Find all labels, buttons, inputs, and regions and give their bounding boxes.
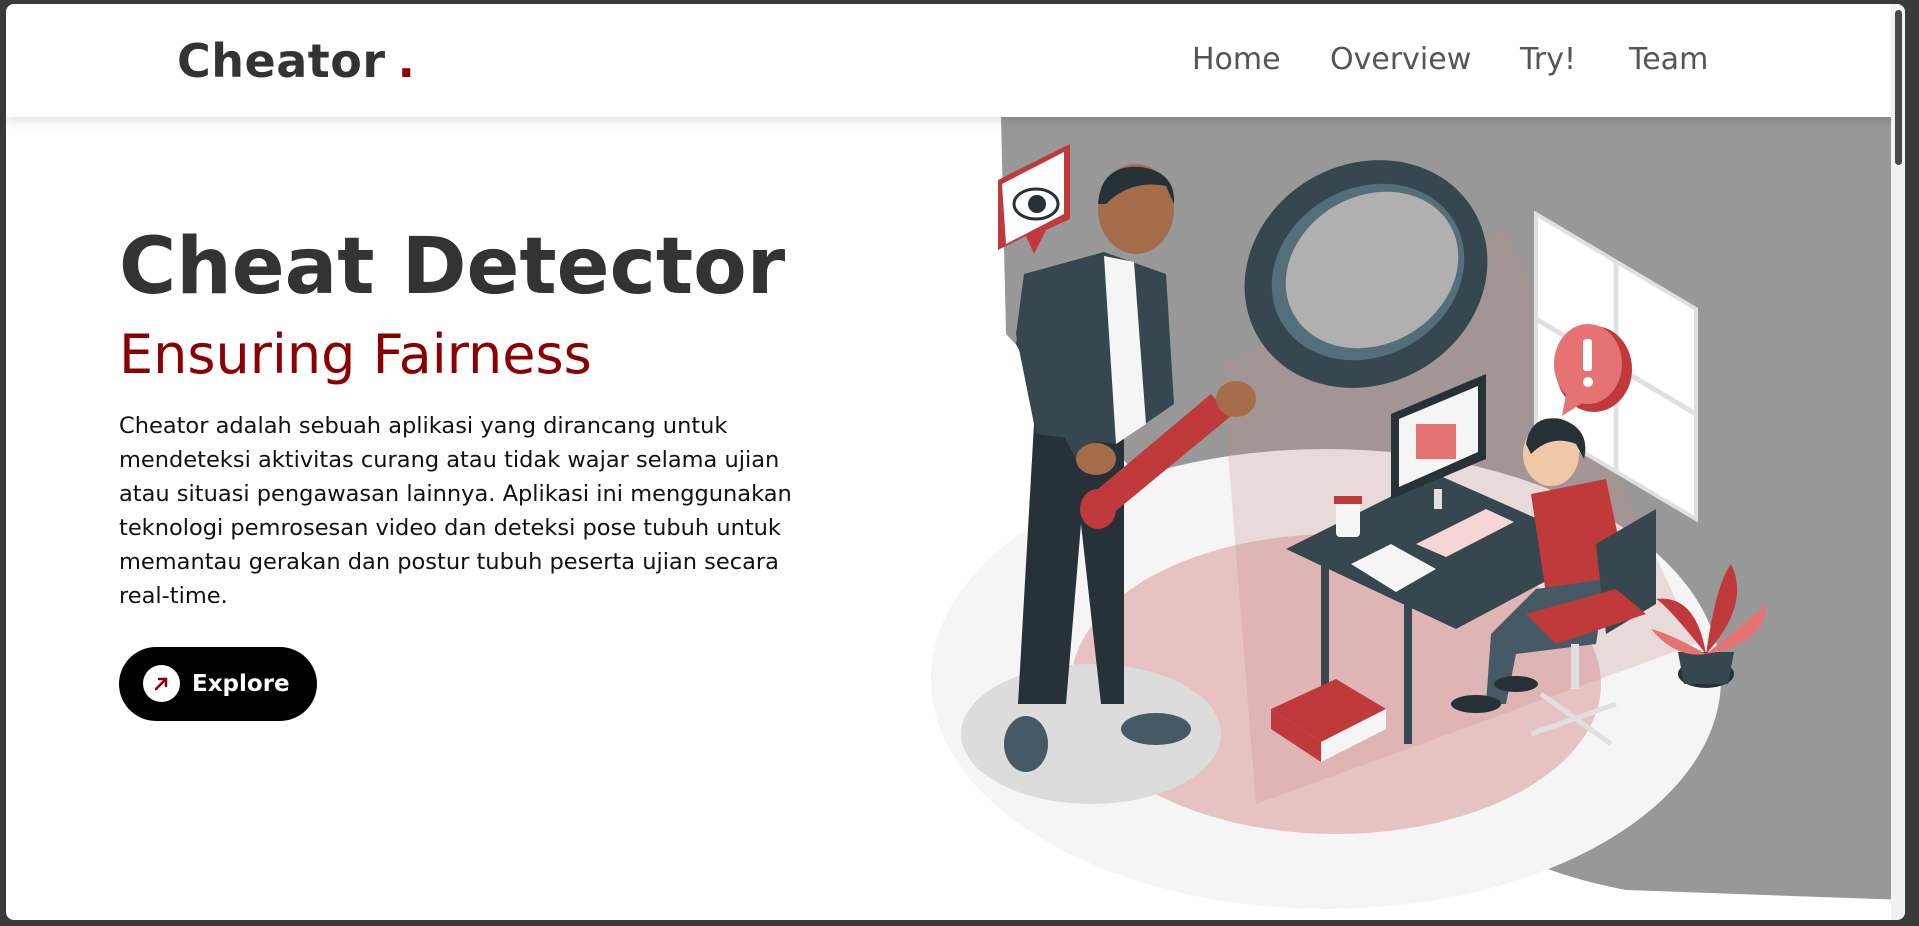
nav-link-team[interactable]: Team: [1629, 42, 1708, 77]
nav-links: Home Overview Try! Team: [6, 42, 1905, 82]
scrollbar-thumb[interactable]: [1895, 10, 1902, 165]
navbar: Cheator. Home Overview Try! Team: [6, 4, 1905, 117]
nav-link-overview[interactable]: Overview: [1330, 42, 1471, 77]
nav-link-home[interactable]: Home: [1192, 42, 1281, 77]
vertical-scrollbar[interactable]: [1891, 4, 1905, 920]
browser-viewport: Cheator. Home Overview Try! Team Cheat D…: [6, 4, 1905, 920]
nav-link-try[interactable]: Try!: [1520, 42, 1576, 77]
hero-illustration: [931, 117, 1905, 909]
